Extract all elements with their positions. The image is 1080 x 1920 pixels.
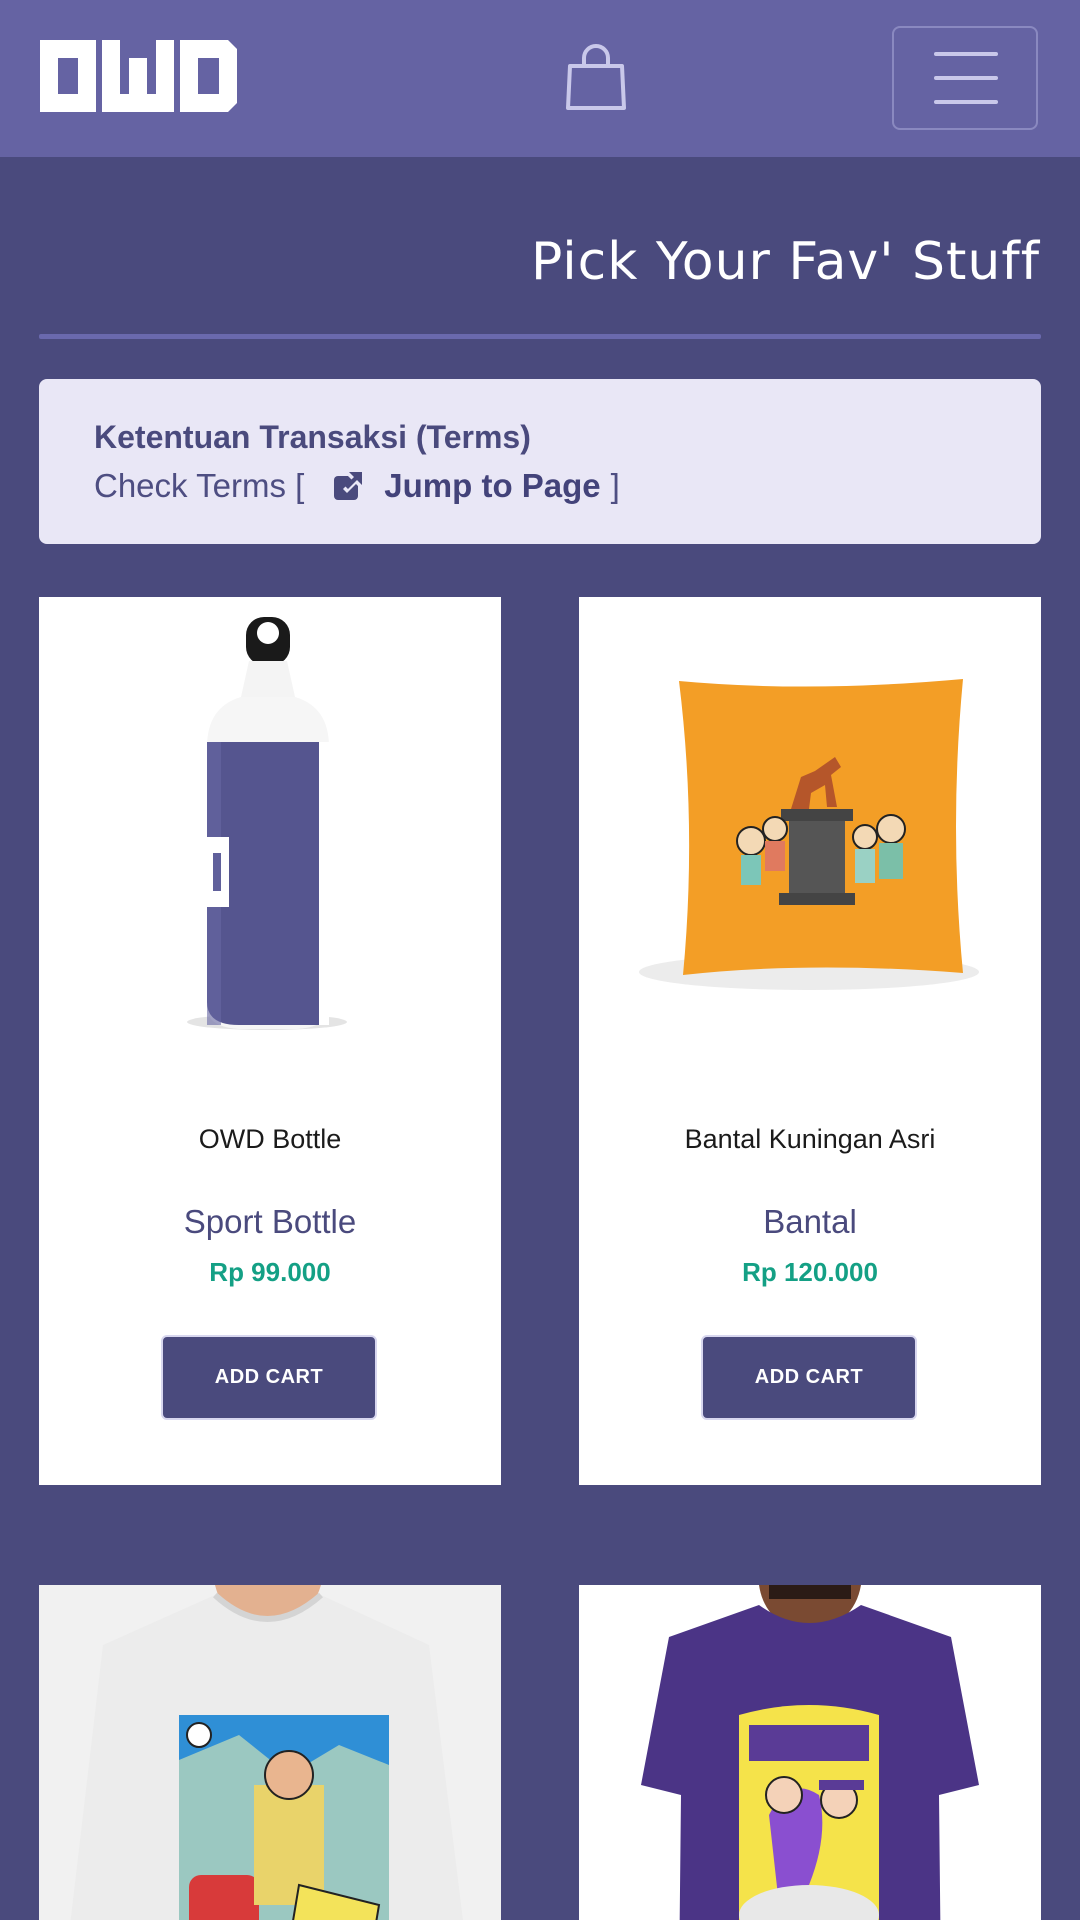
product-card (579, 1585, 1041, 1920)
hamburger-line-icon (934, 76, 998, 80)
add-cart-button[interactable]: ADD CART (701, 1335, 917, 1420)
shopping-bag-icon[interactable] (564, 44, 628, 112)
top-navbar (0, 0, 1080, 157)
product-card (39, 1585, 501, 1920)
external-link-icon[interactable] (332, 470, 364, 502)
product-image-purple-tshirt[interactable] (579, 1585, 1041, 1920)
terms-box: Ketentuan Transaksi (Terms) Check Terms … (39, 379, 1041, 544)
menu-toggle-button[interactable] (892, 26, 1038, 130)
jump-to-page-link[interactable]: Jump to Page (384, 467, 600, 505)
product-image-longsleeve-shirt[interactable] (39, 1585, 501, 1920)
product-type: Bantal (763, 1203, 857, 1240)
product-price: Rp 99.000 (209, 1257, 331, 1287)
hamburger-line-icon (934, 100, 998, 104)
product-name: Bantal Kuningan Asri (684, 1124, 936, 1154)
terms-title: Ketentuan Transaksi (Terms) (94, 419, 531, 455)
product-type: Sport Bottle (183, 1203, 357, 1240)
product-card: Bantal Kuningan Asri Bantal Rp 120.000 A… (579, 597, 1041, 1485)
title-divider (39, 334, 1041, 339)
product-image-pillow[interactable] (579, 597, 1041, 1037)
product-card: OWD Bottle Sport Bottle Rp 99.000 ADD CA… (39, 597, 501, 1485)
page-title: Pick Your Fav' Stuff (531, 232, 1040, 292)
terms-check-prefix: Check Terms [ (94, 467, 305, 504)
owd-logo[interactable] (40, 40, 237, 116)
hamburger-line-icon (934, 52, 998, 56)
terms-check-line: Check Terms [ Jump to Page ] (94, 467, 620, 505)
product-name: OWD Bottle (198, 1124, 342, 1154)
terms-check-suffix: ] (610, 467, 620, 504)
product-price: Rp 120.000 (742, 1257, 878, 1287)
product-image-bottle[interactable] (39, 597, 501, 1037)
add-cart-button[interactable]: ADD CART (161, 1335, 377, 1420)
